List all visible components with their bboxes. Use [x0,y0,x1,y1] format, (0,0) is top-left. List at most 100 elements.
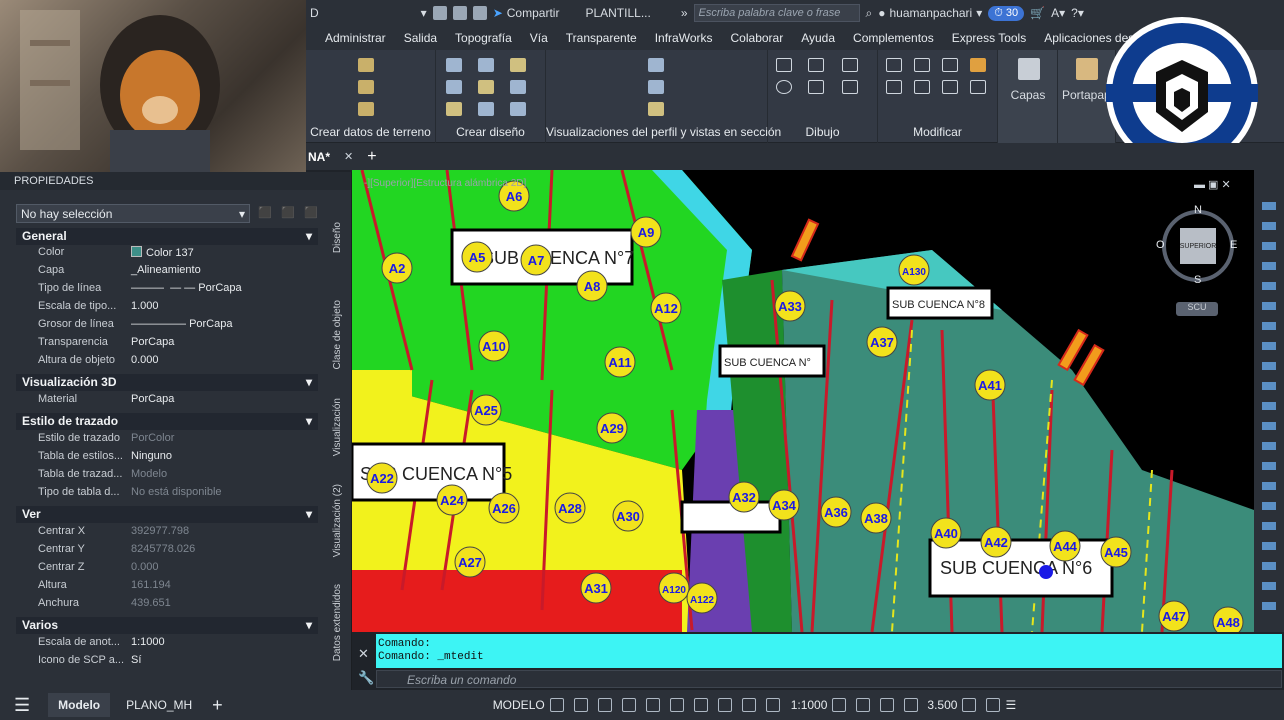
tab-salida[interactable]: Salida [395,31,446,45]
section-plotstyle[interactable]: Estilo de trazado ▾ [16,413,318,430]
gear-icon[interactable] [832,698,847,712]
design-icon[interactable] [478,58,494,72]
tab-transparente[interactable]: Transparente [557,31,646,45]
user-menu[interactable]: ● huamanpachari ▾ [878,6,982,20]
tab-colaborar[interactable]: Colaborar [722,31,793,45]
wrench-icon[interactable]: 🔧 [358,670,374,686]
circle-icon[interactable] [776,80,792,94]
panel-label[interactable]: Crear diseño [436,125,545,139]
ucs-menu[interactable]: SCU [1176,302,1218,316]
selection-dropdown[interactable]: No hay selección ▾ [16,204,250,223]
polyline-icon[interactable] [808,58,824,72]
prop-row[interactable]: Material PorCapa [16,393,318,411]
rotate-icon[interactable] [914,58,930,72]
profile-icon[interactable] [648,102,664,116]
viewport-controls[interactable]: ▬ ▣ ✕ [1194,178,1231,191]
close-icon[interactable]: ✕ [358,646,369,662]
explode-icon[interactable] [970,80,986,94]
design-icon[interactable] [510,58,526,72]
prop-row[interactable]: Centrar Y 8245778.026 [16,543,318,561]
design-icon[interactable] [478,80,494,94]
tool-icons-strip[interactable] [1262,190,1276,610]
chevron-right-icon[interactable]: » [681,6,688,20]
section-general[interactable]: General ▾ [16,228,318,245]
prop-row[interactable]: Transparencia PorCapa [16,336,318,354]
panel-label[interactable]: Dibujo [768,125,877,139]
panel-label[interactable]: Crear datos de terreno [306,125,435,139]
ortho-icon[interactable] [597,698,612,712]
new-tab-icon[interactable]: + [367,148,376,166]
hardware-icon[interactable] [962,698,977,712]
tab-via[interactable]: Vía [521,31,557,45]
trim-icon[interactable] [942,58,958,72]
profile-icon[interactable] [648,80,664,94]
viewcube-top[interactable]: SUPERIOR [1180,228,1216,264]
section-vis3d[interactable]: Visualización 3D ▾ [16,374,318,391]
plus-icon[interactable] [856,698,871,712]
otrack-icon[interactable] [669,698,684,712]
design-icon[interactable] [446,58,462,72]
tab-administrar[interactable]: Administrar [316,31,395,45]
trial-badge[interactable]: ⏱ 30 [988,5,1025,21]
erase-icon[interactable] [970,58,986,72]
viewcube[interactable]: SUPERIOR N S E O [1156,204,1238,286]
prop-row[interactable]: Tipo de tabla d... No está disponible [16,486,318,504]
terrain-icon[interactable] [358,80,374,94]
lineweight-icon[interactable] [693,698,708,712]
snap-icon[interactable] [573,698,588,712]
prop-row[interactable]: Tabla de estilos... Ninguno [16,450,318,468]
prop-row[interactable]: Capa _Alineamiento [16,264,318,282]
side-tab-datos[interactable]: Datos extendidos [332,584,343,661]
panel-label[interactable]: Visualizaciones del perfil y vistas en s… [546,125,781,139]
search-input[interactable]: Escriba palabra clave o frase [693,4,860,22]
fillet-icon[interactable] [942,80,958,94]
prop-row[interactable]: Escala de anot... 1:1000 [16,636,318,654]
save-icon[interactable] [432,6,447,20]
command-input[interactable]: Escriba un comando [376,670,1282,688]
annotation-scale[interactable]: 1:1000 [791,698,828,712]
design-icon[interactable] [510,102,526,116]
copy-icon[interactable] [886,80,902,94]
tab-infraworks[interactable]: InfraWorks [646,31,722,45]
selection-cycling-icon[interactable] [741,698,756,712]
prop-row[interactable]: Altura de objeto 0.000 [16,354,318,372]
tab-express-tools[interactable]: Express Tools [943,31,1035,45]
prop-row[interactable]: Tabla de trazad... Modelo [16,468,318,486]
prop-row[interactable]: Altura 161.194 [16,579,318,597]
close-tab-icon[interactable]: ✕ [344,150,353,163]
cart-icon[interactable]: 🛒 [1030,6,1045,20]
transparency-icon[interactable] [717,698,732,712]
menu-icon[interactable]: ☰ [14,695,30,716]
prop-row[interactable]: Color Color 137 [16,246,318,264]
hatch-icon[interactable] [842,80,858,94]
tab-model[interactable]: Modelo [48,693,111,717]
side-tab-clase[interactable]: Clase de objeto [332,300,343,370]
design-icon[interactable] [478,102,494,116]
help-icon[interactable]: ?▾ [1071,6,1084,20]
design-icon[interactable] [446,80,462,94]
add-layout-icon[interactable]: + [212,695,223,716]
prop-row[interactable]: Centrar X 392977.798 [16,525,318,543]
terrain-icon[interactable] [358,102,374,116]
isolate-icon[interactable] [904,698,919,712]
panel-label[interactable]: Modificar [878,125,997,139]
move-icon[interactable] [886,58,902,72]
annotation-icon[interactable] [765,698,780,712]
profile-icon[interactable] [648,58,664,72]
dropdown-icon[interactable]: ▾ [421,6,427,20]
prop-row[interactable]: Estilo de trazado PorColor [16,432,318,450]
viewport-label[interactable]: -][Superior][Estructura alámbrica 2D] [364,178,527,189]
arc-icon[interactable] [842,58,858,72]
rectangle-icon[interactable] [808,80,824,94]
panel-layers[interactable]: Capas [998,50,1058,143]
tab-layout[interactable]: PLANO_MH [126,698,192,712]
side-tab-visualizacion[interactable]: Visualización [332,398,343,456]
design-icon[interactable] [510,80,526,94]
osnap-icon[interactable] [645,698,660,712]
share-button[interactable]: ➤ Compartir [493,6,560,20]
mirror-icon[interactable] [914,80,930,94]
toggle-pickadd-icon[interactable]: ⬛ [258,206,272,219]
polar-icon[interactable] [621,698,636,712]
save-as-icon[interactable] [452,6,467,20]
drawing-canvas[interactable]: SUB CUENCA N°7 SUB CUENCA N°5 SUB CUENCA… [350,169,1254,638]
